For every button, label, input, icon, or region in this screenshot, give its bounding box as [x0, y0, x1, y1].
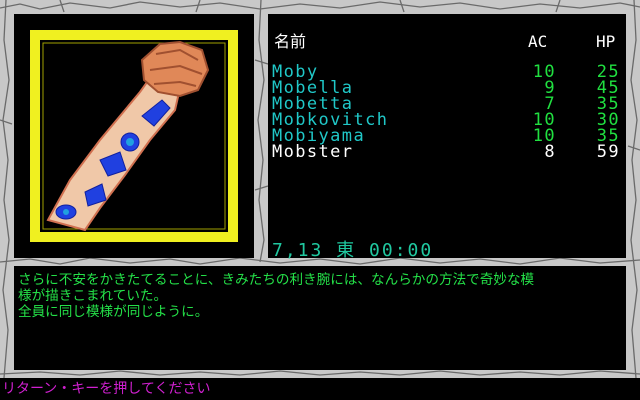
press-return-prompt: リターン・キーを押してください — [2, 381, 211, 397]
member-ac: 8 — [544, 142, 556, 162]
member-hp: 59 — [596, 142, 620, 162]
party-member-list: Moby 10 25 Mobella 9 45 Mobetta 7 35 Mob… — [272, 64, 624, 162]
member-name: Mobster — [272, 142, 354, 162]
party-roster-panel: 名前 AC HP Moby 10 25 Mobella 9 45 Mobetta… — [268, 14, 626, 261]
message-line: さらに不安をかきたてることに、きみたちの利き腕には、なんらかの方法で奇妙な模 — [18, 272, 535, 288]
message-line: 全員に同じ模様が同じように。 — [18, 304, 209, 320]
message-line: 様が描きこまれていた。 — [18, 288, 168, 304]
message-window: さらに不安をかきたてることに、きみたちの利き腕には、なんらかの方法で奇妙な模 様… — [14, 266, 626, 370]
column-header-hp: HP — [596, 32, 616, 51]
position-time-status: 7,13 東 00:00 — [272, 240, 434, 261]
portrait-image — [30, 30, 238, 242]
portrait-panel — [14, 14, 254, 258]
party-member-row: Mobster 8 59 — [272, 142, 624, 162]
column-header-name: 名前 — [274, 32, 307, 51]
column-header-ac: AC — [528, 32, 548, 51]
prompt-bar[interactable]: リターン・キーを押してください — [0, 378, 640, 400]
